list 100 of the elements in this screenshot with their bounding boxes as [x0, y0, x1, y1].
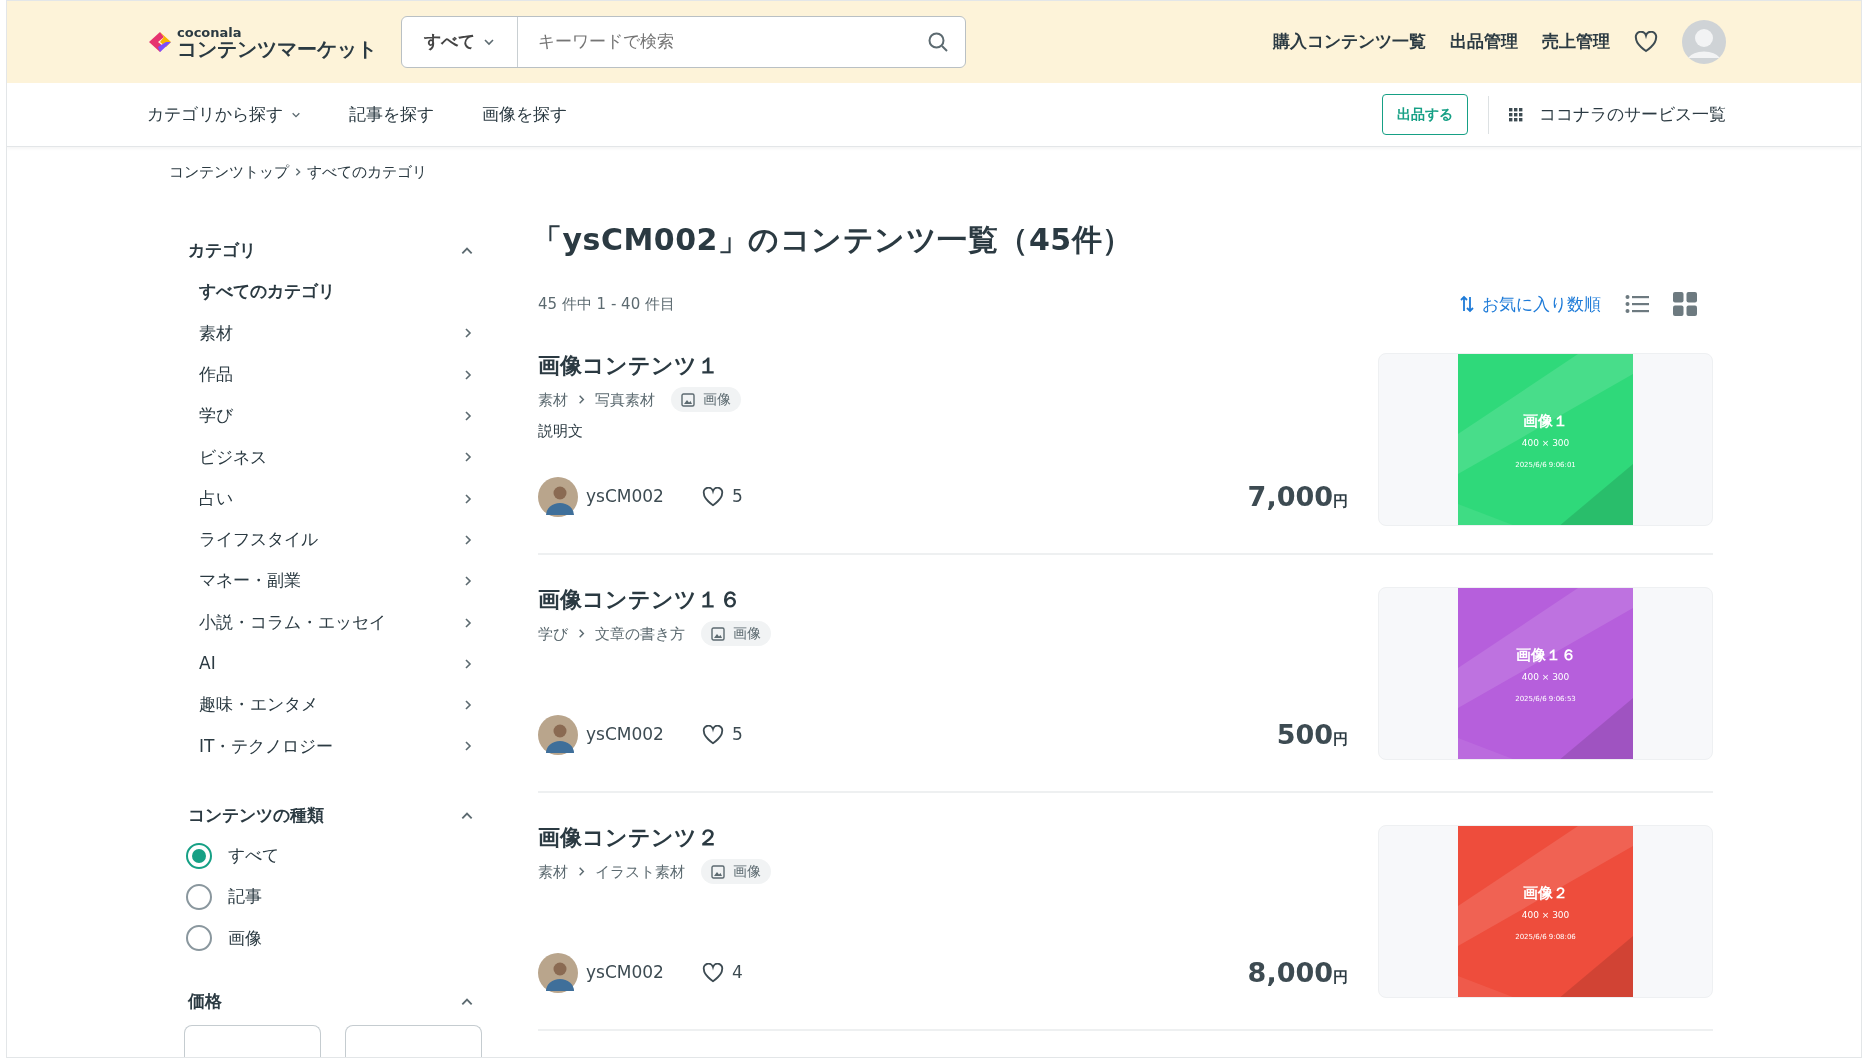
radio-label: 記事 — [228, 885, 262, 909]
category-item[interactable]: 素材 — [182, 312, 482, 355]
breadcrumb-link[interactable]: すべてのカテゴリ — [307, 161, 427, 184]
list-view-icon[interactable] — [1625, 294, 1649, 315]
author-name[interactable]: ysCM002 — [586, 960, 664, 986]
author-name[interactable]: ysCM002 — [586, 722, 664, 748]
category-item[interactable]: 学び — [182, 395, 482, 437]
filter-heading: コンテンツの種類 — [188, 804, 324, 828]
image-caption: 400 × 300 — [1521, 908, 1570, 922]
page-title: 「ysCM002」のコンテンツ一覧（45件） — [532, 221, 1134, 258]
radio-label: 画像 — [228, 926, 262, 950]
image-caption: 画像１ — [1523, 411, 1568, 433]
chevron-icon — [462, 699, 474, 712]
result-count: 45 件中 1 - 40 件目 — [538, 294, 675, 315]
filter-heading: 価格 — [188, 990, 222, 1014]
category-link[interactable]: 学び — [538, 622, 568, 646]
item-title[interactable]: 画像コンテンツ１６ — [538, 587, 1348, 614]
category-link[interactable]: 文章の書き方 — [595, 622, 685, 646]
category-item[interactable]: AI — [182, 643, 482, 685]
nav-link[interactable]: カテゴリから探す — [147, 101, 301, 128]
author-name[interactable]: ysCM002 — [586, 484, 664, 510]
radio-button[interactable] — [186, 925, 212, 952]
image-icon — [681, 392, 695, 407]
chevron-icon — [576, 394, 587, 406]
header-link[interactable]: 購入コンテンツ一覧 — [1273, 29, 1426, 55]
chevron-icon — [462, 575, 474, 588]
search-icon[interactable] — [927, 31, 949, 53]
grid-icon — [1509, 107, 1523, 122]
breadcrumb-link[interactable]: コンテンツトップ — [169, 161, 289, 184]
category-item[interactable]: IT・テクノロジー — [182, 725, 482, 768]
chevron-icon — [576, 628, 587, 640]
like-count: 5 — [731, 485, 743, 508]
chevron-icon — [462, 368, 474, 381]
nav-link[interactable]: 画像を探す — [482, 101, 567, 128]
image-caption: 画像２ — [1523, 883, 1568, 905]
category-link[interactable]: イラスト素材 — [595, 860, 685, 884]
heart-icon[interactable] — [1634, 31, 1658, 53]
category-link[interactable]: 素材 — [538, 388, 568, 412]
chevron-icon — [462, 533, 474, 546]
category-link[interactable]: 写真素材 — [595, 388, 655, 412]
price: 8,000円 — [1247, 955, 1348, 990]
category-item[interactable]: 小説・コラム・エッセイ — [182, 601, 482, 644]
chevron-icon — [462, 327, 474, 340]
item-title[interactable]: 画像コンテンツ２ — [538, 825, 1348, 852]
image-icon — [711, 864, 725, 879]
avatar-icon[interactable] — [538, 714, 578, 755]
category-item[interactable]: 占い — [182, 478, 482, 520]
radio-button[interactable] — [186, 842, 212, 869]
search-field[interactable]: すべて キーワードで検索 — [401, 16, 966, 68]
grid-view-icon[interactable] — [1673, 292, 1697, 317]
sort-link[interactable]: お気に入り数順 — [1460, 291, 1601, 317]
category-item[interactable]: 作品 — [182, 354, 482, 396]
radio-option[interactable]: すべて — [182, 835, 482, 877]
services-link[interactable]: ココナラのサービス一覧 — [1509, 101, 1726, 128]
filter-heading: カテゴリ — [188, 238, 256, 262]
chevron-icon — [462, 492, 474, 505]
radio-label: すべて — [228, 843, 279, 867]
header-link[interactable]: 売上管理 — [1542, 29, 1610, 55]
image-icon — [711, 626, 725, 641]
heart-icon[interactable] — [701, 486, 724, 507]
category-link[interactable]: 素材 — [538, 860, 568, 884]
heart-icon[interactable] — [701, 724, 724, 745]
header-link[interactable]: 出品管理 — [1450, 29, 1518, 55]
price-field[interactable] — [345, 1024, 482, 1057]
sort-icon — [1460, 295, 1474, 314]
logo-icon — [147, 29, 173, 55]
chevron-icon — [462, 740, 474, 753]
radio-option[interactable]: 記事 — [182, 876, 482, 918]
radio-option[interactable]: 画像 — [182, 917, 482, 959]
category-item[interactable]: マネー・副業 — [182, 560, 482, 602]
chevron-icon — [576, 866, 587, 878]
image-caption: 400 × 300 — [1521, 436, 1570, 450]
description: 説明文 — [538, 421, 584, 443]
heart-icon[interactable] — [701, 962, 724, 983]
price: 500円 — [1276, 717, 1348, 752]
chevron-icon — [462, 616, 474, 629]
scope-dropdown[interactable]: すべて — [402, 17, 518, 67]
item-title[interactable]: 画像コンテンツ１ — [538, 353, 1348, 380]
radio-button[interactable] — [186, 884, 212, 910]
like-count: 4 — [731, 961, 743, 984]
caret-icon — [483, 36, 495, 48]
type-tag: 画像 — [701, 621, 771, 647]
logo-text: コンテンツマーケット — [177, 38, 377, 59]
avatar-icon[interactable] — [538, 476, 578, 517]
like-count: 5 — [731, 723, 743, 746]
chevron-icon — [462, 451, 474, 464]
chevron-icon — [462, 410, 474, 423]
chevron-icon — [462, 657, 474, 670]
image-caption: 画像１６ — [1515, 645, 1576, 667]
logo-text: coconala — [177, 25, 243, 39]
category-item[interactable]: ライフスタイル — [182, 519, 482, 561]
type-tag: 画像 — [671, 387, 741, 413]
category-item[interactable]: ビジネス — [182, 436, 482, 478]
separator-icon — [293, 167, 303, 178]
price-field[interactable] — [184, 1024, 321, 1057]
image-caption: 400 × 300 — [1521, 670, 1570, 684]
category-item[interactable]: すべてのカテゴリ — [182, 271, 482, 313]
category-item[interactable]: 趣味・エンタメ — [182, 684, 482, 726]
nav-link[interactable]: 記事を探す — [349, 101, 434, 128]
avatar-icon[interactable] — [538, 952, 578, 993]
